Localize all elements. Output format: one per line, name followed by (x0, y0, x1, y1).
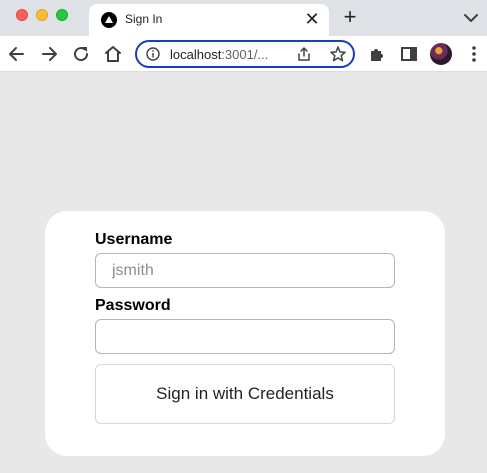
tab-title: Sign In (125, 12, 163, 26)
info-icon[interactable] (146, 47, 160, 61)
url-text[interactable]: localhost:3001/... (170, 47, 268, 62)
browser-toolbar: localhost:3001/... (0, 36, 487, 72)
url-host: localhost (170, 47, 222, 62)
forward-icon[interactable] (39, 44, 59, 64)
chevron-down-icon[interactable] (462, 10, 480, 26)
password-label: Password (95, 297, 171, 314)
username-label: Username (95, 231, 173, 248)
address-bar[interactable]: localhost:3001/... (135, 40, 355, 68)
url-path: :3001/... (221, 47, 269, 62)
tab-close-icon[interactable]: ✕ (303, 10, 321, 28)
new-tab-button[interactable]: + (340, 6, 360, 28)
menu-icon[interactable] (464, 44, 484, 64)
browser-titlebar: Sign In ✕ + (0, 0, 487, 36)
window-close-button[interactable] (16, 9, 28, 21)
star-icon[interactable] (329, 45, 347, 63)
profile-avatar[interactable] (430, 43, 452, 65)
back-icon[interactable] (7, 44, 27, 64)
window-minimize-button[interactable] (36, 9, 48, 21)
extensions-icon[interactable] (367, 44, 387, 64)
sidebar-icon[interactable] (399, 44, 419, 64)
sign-in-credentials-button[interactable]: Sign in with Credentials (95, 364, 395, 424)
browser-tab[interactable]: Sign In ✕ (89, 4, 329, 36)
username-input[interactable] (95, 253, 395, 288)
reload-icon[interactable] (71, 44, 91, 64)
password-input[interactable] (95, 319, 395, 354)
window-maximize-button[interactable] (56, 9, 68, 21)
share-icon[interactable] (296, 46, 312, 62)
home-icon[interactable] (103, 44, 123, 64)
triangle-favicon-icon (101, 12, 117, 28)
